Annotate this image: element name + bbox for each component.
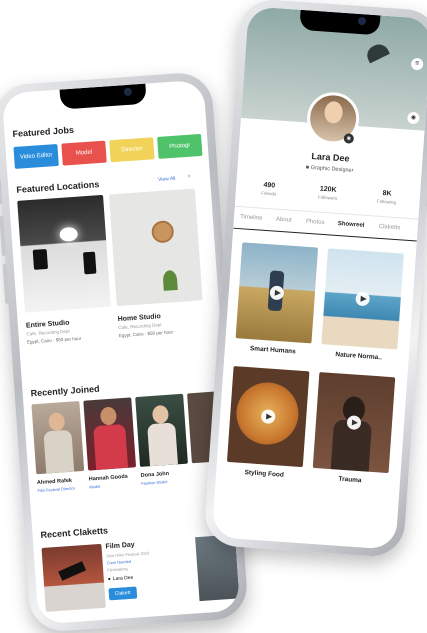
recent-claketts-title: Recent Claketts bbox=[40, 525, 109, 541]
person-card[interactable]: Ahmed Rafek Film Festival Director bbox=[31, 401, 85, 493]
left-phone: Featured Jobs Video Editor Model Directo… bbox=[0, 71, 249, 633]
chip-photographer[interactable]: Photogr bbox=[157, 133, 203, 159]
chip-video-editor[interactable]: Video Editor bbox=[13, 143, 59, 169]
person-card[interactable]: Dona John Fashion Model bbox=[135, 393, 189, 486]
volume-up-button bbox=[0, 215, 7, 257]
featured-locations-title: Featured Locations bbox=[16, 179, 100, 195]
location-card[interactable]: Entire Studio Cafe, Recording Dept Egypt… bbox=[17, 194, 113, 345]
person-role: Fashion Model bbox=[141, 479, 168, 486]
tab-about[interactable]: About bbox=[276, 217, 292, 224]
right-phone: ≡ ◉ ◉ Lara Dee ■ Graphic Designer 490 Fr… bbox=[203, 0, 427, 559]
notch bbox=[59, 83, 147, 110]
video-tile[interactable]: Trauma bbox=[312, 372, 396, 486]
avatar bbox=[31, 401, 85, 475]
volume-down-button bbox=[2, 263, 10, 304]
left-screen: Featured Jobs Video Editor Model Directo… bbox=[1, 79, 241, 625]
location-image bbox=[17, 194, 111, 313]
location-image bbox=[108, 188, 203, 307]
chip-model[interactable]: Model bbox=[61, 140, 107, 166]
clakett-card[interactable]: Film Day Short Film Festival 2023 Crew N… bbox=[105, 538, 189, 601]
video-tile[interactable]: Smart Humans bbox=[235, 242, 319, 356]
person-role: Film Festival Director bbox=[37, 485, 76, 494]
video-tile[interactable]: Nature Norma.. bbox=[320, 248, 404, 362]
video-tile[interactable]: Styling Food bbox=[226, 366, 310, 480]
clakett-image[interactable] bbox=[41, 543, 106, 612]
person-card[interactable]: Hannah Goods Model bbox=[83, 397, 137, 490]
briefcase-icon: ■ bbox=[305, 164, 310, 171]
video-thumbnail bbox=[226, 366, 310, 468]
right-screen: ≡ ◉ ◉ Lara Dee ■ Graphic Designer 490 Fr… bbox=[211, 6, 427, 550]
recently-joined-title: Recently Joined bbox=[30, 383, 100, 399]
mute-switch bbox=[0, 177, 3, 205]
video-thumbnail bbox=[312, 372, 396, 474]
clakett-author: Lara Dee bbox=[112, 574, 134, 583]
video-thumbnail bbox=[235, 242, 319, 344]
user-icon: ● bbox=[107, 576, 112, 583]
view-all-link[interactable]: View All bbox=[158, 176, 176, 183]
avatar bbox=[83, 397, 137, 471]
avatar bbox=[135, 393, 188, 467]
video-thumbnail bbox=[321, 248, 404, 350]
person-role: Model bbox=[89, 483, 101, 490]
location-card[interactable]: Home Studio Cafe, Recording Dept Egypt, … bbox=[108, 188, 205, 338]
tab-photos[interactable]: Photos bbox=[306, 219, 325, 226]
featured-jobs-title: Featured Jobs bbox=[12, 124, 75, 140]
clakett-author-row: ● Lara Dee bbox=[108, 571, 188, 583]
chevron-right-icon[interactable]: › bbox=[188, 173, 191, 180]
clakett-button[interactable]: Clakett bbox=[108, 586, 137, 601]
chip-director[interactable]: Director bbox=[109, 137, 155, 163]
play-icon[interactable] bbox=[355, 291, 371, 307]
